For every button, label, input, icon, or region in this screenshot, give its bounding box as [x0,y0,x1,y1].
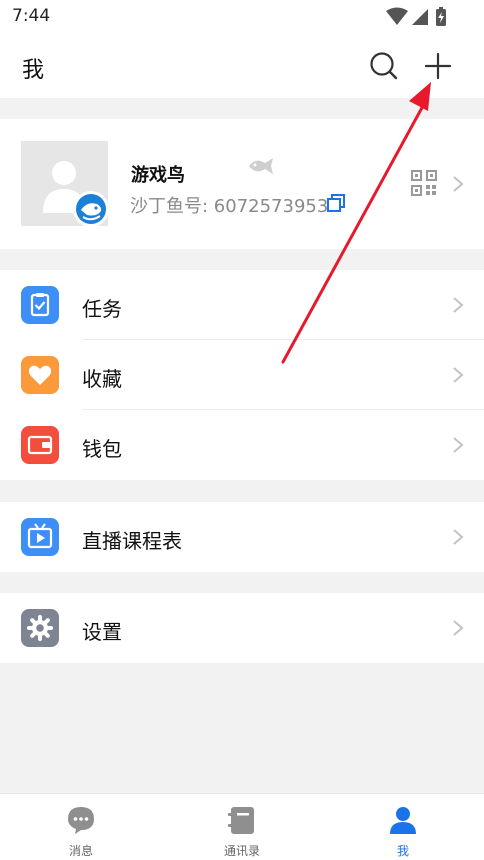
add-button[interactable] [420,48,456,84]
status-icons [386,7,446,26]
menu-group-3: 设置 [0,593,484,663]
avatar[interactable] [21,141,109,227]
tab-contacts[interactable]: 通讯录 [192,794,292,860]
tab-label-contacts: 通讯录 [223,844,260,858]
menu-item-live-schedule[interactable]: 直播课程表 [0,502,484,572]
chevron-right-icon [453,620,464,636]
signal-icon [412,9,428,25]
copy-icon[interactable] [326,193,346,213]
page-title: 我 [22,58,45,83]
menu-item-favorites[interactable]: 收藏 [0,340,484,410]
battery-icon [436,7,446,26]
wifi-icon [386,7,408,25]
fish-icon [249,158,273,174]
tab-label-me: 我 [396,844,409,858]
tab-messages[interactable]: 消息 [31,794,131,860]
status-time: 7:44 [12,6,51,26]
profile-nickname: 游戏鸟 [131,165,185,186]
fish-logo-icon [76,194,106,224]
menu-group-2: 直播课程表 [0,502,484,572]
gear-icon [21,609,59,647]
account-id: 6072573953 [213,196,329,217]
chevron-right-icon [453,529,464,545]
tv-play-icon [21,518,59,556]
bottom-nav: 消息 通讯录 我 [0,793,484,860]
search-button[interactable] [366,48,402,84]
chevron-right-icon [453,437,464,453]
menu-item-wallet[interactable]: 钱包 [0,410,484,480]
menu-label-settings: 设置 [82,620,122,644]
chevron-right-icon [453,297,464,313]
menu-label-tasks: 任务 [82,297,122,321]
tab-me[interactable]: 我 [353,794,453,860]
qr-code-icon[interactable] [410,169,438,197]
menu-label-wallet: 钱包 [82,437,122,461]
clipboard-check-icon [21,286,59,324]
search-icon [370,52,398,80]
person-icon [390,807,416,834]
address-book-icon [228,807,254,834]
chat-bubble-icon [68,807,94,834]
menu-item-settings[interactable]: 设置 [0,593,484,663]
plus-icon [424,52,452,80]
account-line: 沙丁鱼号: 6072573953 [130,192,328,218]
avatar-badge [73,191,109,227]
menu-item-tasks[interactable]: 任务 [0,270,484,340]
account-label: 沙丁鱼号: [130,196,214,217]
wallet-icon [21,426,59,464]
chevron-right-icon [453,367,464,383]
header: 我 [0,32,484,98]
menu-group-1: 任务 收藏 钱包 [0,270,484,480]
profile-card[interactable]: 游戏鸟 沙丁鱼号: 6072573953 [0,119,484,249]
status-bar: 7:44 [0,0,484,32]
menu-label-favorites: 收藏 [82,367,122,391]
heart-icon [21,356,59,394]
tab-label-messages: 消息 [68,844,93,858]
chevron-right-icon [453,176,464,192]
menu-label-live-schedule: 直播课程表 [82,529,182,553]
